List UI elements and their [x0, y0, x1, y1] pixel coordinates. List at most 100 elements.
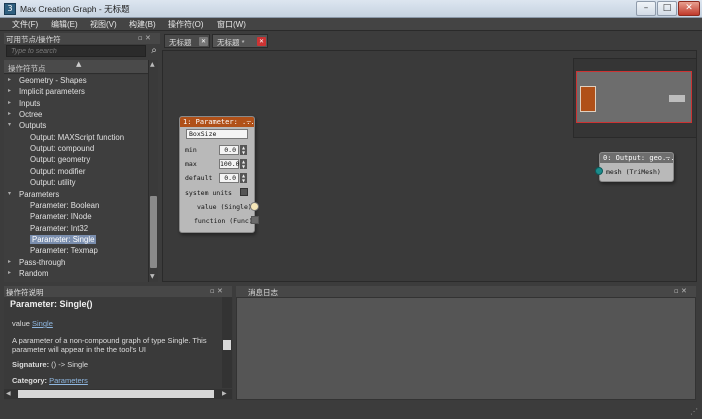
minimap-node-output: [669, 95, 685, 102]
parameter-node-header[interactable]: 1: Parameter: ...: [180, 117, 254, 127]
tree-item[interactable]: ▸ Pass-through: [4, 257, 148, 268]
mesh-input-port[interactable]: [595, 167, 603, 175]
tab-untitled-1[interactable]: 无标题 ✕: [164, 34, 210, 48]
panel-float-close-icons[interactable]: ▫ ✕: [674, 287, 687, 295]
tree-scrollbar[interactable]: ▲ ▼: [148, 60, 158, 282]
tree-item-label: Octree: [19, 110, 43, 120]
tree-item[interactable]: Output: geometry: [4, 154, 148, 165]
description-hscrollbar[interactable]: ◀ ▶: [4, 389, 232, 399]
system-units-checkbox[interactable]: [240, 188, 248, 196]
tree-item[interactable]: ▸ Implicit parameters: [4, 86, 148, 97]
description-vscroll-thumb[interactable]: [223, 340, 231, 350]
expand-arrow-icon[interactable]: ▸: [8, 87, 11, 94]
tree-item[interactable]: Output: MAXScript function: [4, 132, 148, 143]
search-input[interactable]: [6, 45, 146, 57]
tab-label: 无标题 *: [217, 38, 245, 47]
menu-window[interactable]: 窗口(W): [217, 19, 246, 30]
message-log-header: 消息日志 ▫ ✕: [236, 286, 696, 297]
graph-canvas[interactable]: 1: Parameter: ... — BoxSize min 0.0 ▲ ▼ m…: [162, 50, 697, 282]
minimap[interactable]: [573, 58, 696, 138]
resize-grip-icon[interactable]: ⋰: [690, 407, 698, 416]
minimap-viewport[interactable]: [576, 71, 692, 123]
close-button[interactable]: ✕: [678, 1, 700, 16]
min-field[interactable]: 0.0: [219, 145, 239, 155]
value-output-port[interactable]: [250, 202, 259, 211]
app-icon: 3: [4, 3, 16, 15]
node-collapse-icon[interactable]: —: [666, 153, 670, 161]
collapse-arrow-icon[interactable]: ▾: [8, 190, 11, 197]
tab-close-icon[interactable]: ✕: [257, 37, 266, 46]
tree-item[interactable]: ▸ Geometry - Shapes: [4, 75, 148, 86]
tree-item[interactable]: Parameter: Int32: [4, 223, 148, 234]
search-bar: ⌕: [4, 45, 160, 58]
tree-item-label: Output: utility: [30, 178, 76, 188]
tree-item[interactable]: Parameter: Texmap: [4, 245, 148, 256]
title-bar: 3 Max Creation Graph - 无标题 – □ ✕: [0, 0, 702, 18]
min-spinner[interactable]: ▲ ▼: [240, 145, 247, 155]
expand-arrow-icon[interactable]: ▸: [8, 76, 11, 83]
value-type-link[interactable]: Single: [32, 319, 53, 328]
operator-list-header[interactable]: 操作符节点 ▲: [4, 60, 148, 74]
expand-arrow-icon[interactable]: ▸: [8, 269, 11, 276]
tree-item[interactable]: Output: modifier: [4, 166, 148, 177]
tree-item[interactable]: Parameter: Boolean: [4, 200, 148, 211]
tree-item[interactable]: Output: utility: [4, 177, 148, 188]
function-output-port[interactable]: [251, 216, 259, 224]
operators-panel-title: 可用节点/操作符: [6, 35, 61, 44]
scroll-right-icon[interactable]: ▶: [222, 390, 227, 397]
message-log[interactable]: [236, 297, 696, 400]
description-hscroll-thumb[interactable]: [18, 390, 214, 398]
tab-close-icon[interactable]: ✕: [199, 37, 208, 46]
output-node[interactable]: 0: Output: geo... — mesh (TriMesh): [595, 152, 674, 182]
description-vscrollbar[interactable]: [222, 297, 232, 388]
menu-view[interactable]: 视图(V): [90, 19, 117, 30]
tree-scroll-thumb[interactable]: [150, 196, 157, 268]
min-label: min: [185, 146, 197, 154]
panel-float-close-icons[interactable]: ▫ ✕: [138, 34, 151, 42]
tree-item[interactable]: Parameter: Single: [4, 234, 148, 245]
max-field[interactable]: 100.0: [219, 159, 240, 169]
sort-arrow-icon: ▲: [76, 60, 82, 68]
parameter-name-field[interactable]: BoxSize: [186, 129, 248, 139]
category-link[interactable]: Parameters: [49, 376, 88, 385]
tree-item[interactable]: Parameter: INode: [4, 211, 148, 222]
description-text-2: parameter will appear in the the tool's …: [12, 345, 147, 354]
scroll-left-icon[interactable]: ◀: [6, 390, 11, 397]
collapse-arrow-icon[interactable]: ▾: [8, 121, 11, 128]
expand-arrow-icon[interactable]: ▸: [8, 258, 11, 265]
value-prefix: value: [12, 319, 33, 328]
category-line: Category: Parameters: [12, 376, 88, 385]
menu-operators[interactable]: 操作符(O): [168, 19, 204, 30]
parameter-node-title: 1: Parameter: ...: [183, 118, 254, 126]
tree-item-label: Parameter: Texmap: [30, 246, 98, 256]
expand-arrow-icon[interactable]: ▸: [8, 99, 11, 106]
tree-item[interactable]: ▾ Outputs: [4, 120, 148, 131]
tree-item-label: Geometry - Shapes: [19, 76, 87, 85]
minimize-button[interactable]: –: [636, 1, 656, 16]
node-collapse-icon[interactable]: —: [247, 117, 251, 125]
tree-item[interactable]: ▾ Parameters: [4, 189, 148, 200]
tree-item[interactable]: Output: compound: [4, 143, 148, 154]
menu-bar: 文件(F) 编辑(E) 视图(V) 构建(B) 操作符(O) 窗口(W): [0, 18, 702, 31]
default-spinner[interactable]: ▲ ▼: [240, 173, 247, 183]
menu-build[interactable]: 构建(B): [129, 19, 156, 30]
max-spinner[interactable]: ▲ ▼: [240, 159, 247, 169]
tree-item-label: Output: compound: [30, 144, 95, 154]
parameter-node[interactable]: 1: Parameter: ... — BoxSize min 0.0 ▲ ▼ m…: [179, 116, 259, 233]
expand-arrow-icon[interactable]: ▸: [8, 110, 11, 117]
panel-float-close-icons[interactable]: ▫ ✕: [210, 287, 223, 295]
tree-item-label: Inputs: [19, 98, 41, 108]
tree-item[interactable]: ▸ Inputs: [4, 98, 148, 109]
menu-file[interactable]: 文件(F): [12, 19, 38, 30]
tree-item[interactable]: ▸ Random: [4, 268, 148, 279]
tree-item-label: Output: MAXScript function: [30, 132, 125, 142]
tree-item[interactable]: ▸ Octree: [4, 109, 148, 120]
tab-untitled-2[interactable]: 无标题 * ✕: [212, 34, 268, 48]
menu-edit[interactable]: 编辑(E): [51, 19, 78, 30]
maximize-button[interactable]: □: [657, 1, 677, 16]
scroll-up-icon[interactable]: ▲: [150, 61, 155, 68]
scroll-down-icon[interactable]: ▼: [150, 273, 155, 280]
output-node-header[interactable]: 0: Output: geo...: [600, 153, 673, 163]
search-icon[interactable]: ⌕: [148, 45, 160, 57]
default-field[interactable]: 0.0: [219, 173, 239, 183]
